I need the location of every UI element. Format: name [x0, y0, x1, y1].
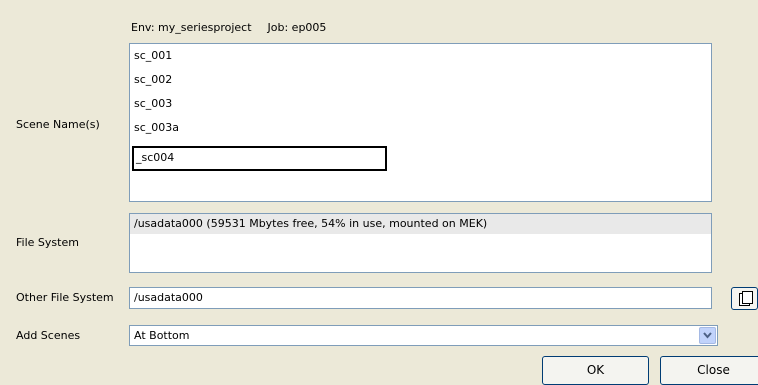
job-label: Job: ep005 [267, 21, 327, 34]
add-scenes-selected-value: At Bottom [134, 329, 190, 342]
close-button[interactable]: Close [660, 356, 758, 385]
scene-names-label: Scene Name(s) [16, 118, 100, 131]
scene-list-item[interactable]: sc_001 [134, 49, 172, 62]
file-system-label: File System [16, 236, 79, 249]
new-scene-name-input[interactable]: _sc004 [132, 146, 387, 171]
add-scenes-select[interactable]: At Bottom [129, 325, 718, 346]
other-file-system-input[interactable]: /usadata000 [129, 287, 712, 309]
other-file-system-label: Other File System [16, 291, 114, 304]
scene-list-item[interactable]: sc_003 [134, 97, 172, 110]
browse-button[interactable] [731, 287, 758, 310]
file-system-list[interactable]: /usadata000 (59531 Mbytes free, 54% in u… [129, 213, 712, 273]
add-scenes-label: Add Scenes [16, 329, 81, 342]
scene-names-list[interactable]: sc_001 sc_002 sc_003 sc_003a _sc004 [129, 43, 712, 202]
env-label: Env: my_seriesproject [131, 21, 252, 34]
scene-list-item[interactable]: sc_002 [134, 73, 172, 86]
scene-list-item[interactable]: sc_003a [134, 121, 179, 134]
chevron-down-icon[interactable] [699, 327, 716, 344]
file-system-entry[interactable]: /usadata000 (59531 Mbytes free, 54% in u… [130, 214, 711, 234]
environment-header: Env: my_seriesproject Job: ep005 [131, 21, 326, 34]
ok-button[interactable]: OK [542, 356, 649, 385]
